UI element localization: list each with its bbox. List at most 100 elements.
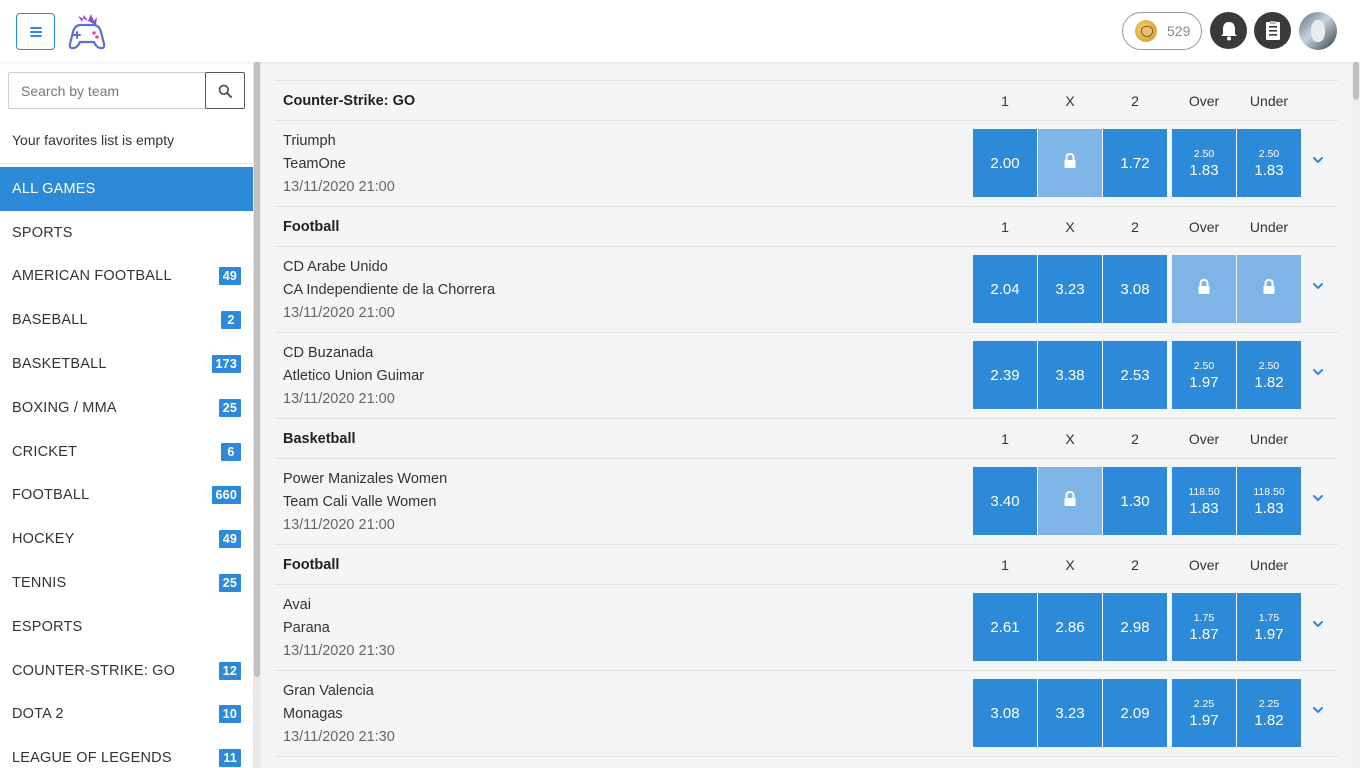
odd-price: 3.23 (1055, 280, 1085, 298)
sidebar-item[interactable]: BASEBALL 2 (0, 298, 253, 342)
odd-home-button[interactable]: 2.04 (973, 255, 1037, 323)
home-team: CD Buzanada (283, 345, 374, 361)
sidebar-item[interactable]: TENNIS 25 (0, 561, 253, 605)
away-team: CA Independiente de la Chorrera (283, 282, 496, 298)
odd-over-button[interactable]: 118.50 1.83 (1172, 467, 1236, 535)
total-line: 2.50 (1193, 147, 1215, 160)
search-button[interactable] (205, 72, 245, 109)
expand-markets-button[interactable] (1311, 703, 1325, 717)
odd-under-button[interactable]: 118.50 1.83 (1237, 467, 1301, 535)
odd-price: 2.04 (990, 280, 1020, 298)
lock-icon (1197, 278, 1211, 300)
expand-markets-button[interactable] (1311, 365, 1325, 379)
expand-markets-button[interactable] (1311, 491, 1325, 505)
market-column-label: X (1065, 219, 1075, 235)
odd-home-button[interactable]: 2.00 (973, 129, 1037, 197)
odd-price: 1.87 (1189, 625, 1219, 643)
odd-price: 3.23 (1055, 704, 1085, 722)
sidebar-item[interactable]: BOXING / MMA 25 (0, 386, 253, 430)
odd-over-button[interactable]: 2.25 1.97 (1172, 679, 1236, 747)
doge-coin-icon (1135, 20, 1157, 42)
odd-away-button[interactable]: 3.08 (1103, 255, 1167, 323)
away-team: Team Cali Valle Women (283, 494, 437, 510)
odd-draw-button (1038, 129, 1102, 197)
market-column-label: Under (1249, 557, 1289, 573)
odd-away-button[interactable]: 2.09 (1103, 679, 1167, 747)
notifications-button[interactable] (1210, 12, 1247, 49)
expand-markets-button[interactable] (1311, 279, 1325, 293)
expand-markets-button[interactable] (1311, 617, 1325, 631)
odd-price: 2.61 (990, 618, 1020, 636)
odd-away-button[interactable]: 1.30 (1103, 467, 1167, 535)
sidebar-item-label: LEAGUE OF LEGENDS (12, 750, 172, 767)
odd-price: 3.38 (1055, 366, 1085, 384)
betslip-button[interactable] (1254, 12, 1291, 49)
odd-over-button[interactable]: 2.50 1.83 (1172, 129, 1236, 197)
odd-home-button[interactable]: 2.39 (973, 341, 1037, 409)
lock-icon (1063, 152, 1077, 174)
odd-over-button[interactable]: 1.75 1.87 (1172, 593, 1236, 661)
odd-under-button[interactable]: 2.25 1.82 (1237, 679, 1301, 747)
odd-over-button[interactable]: 2.50 1.97 (1172, 341, 1236, 409)
odd-home-button[interactable]: 2.61 (973, 593, 1037, 661)
event-time: 13/11/2020 21:00 (283, 305, 395, 321)
odd-price: 2.86 (1055, 618, 1085, 636)
market-column-label: 1 (1001, 431, 1009, 447)
count-badge: 25 (218, 398, 241, 417)
menu-button[interactable] (16, 13, 55, 50)
page-scrollbar[interactable] (1352, 62, 1360, 768)
market-column-label: 2 (1131, 93, 1139, 109)
total-line: 2.50 (1258, 359, 1280, 372)
event-row: Gran Valencia Monagas 13/11/2020 21:30 3.08… (275, 671, 1338, 757)
odd-home-button[interactable]: 3.40 (973, 467, 1037, 535)
odd-price: 1.97 (1254, 625, 1284, 643)
event-row: CD Buzanada Atletico Union Guimar 13/11/20… (275, 333, 1338, 419)
user-avatar[interactable] (1299, 12, 1337, 50)
odd-price: 1.97 (1189, 711, 1219, 729)
sidebar-item[interactable]: HOCKEY 49 (0, 517, 253, 561)
sidebar-scrollbar[interactable] (253, 62, 261, 768)
sidebar-item[interactable]: DOTA 2 10 (0, 693, 253, 737)
sidebar-item[interactable]: CRICKET 6 (0, 430, 253, 474)
expand-markets-button[interactable] (1311, 153, 1325, 167)
league-header: Counter-Strike: GO 1 X 2 Over Under (275, 81, 1338, 121)
sidebar-item[interactable]: ESPORTS (0, 605, 253, 649)
odd-draw-button[interactable]: 3.38 (1038, 341, 1102, 409)
odd-draw-button[interactable]: 3.23 (1038, 255, 1102, 323)
balance-pill[interactable]: 529 (1122, 12, 1202, 50)
sidebar-item[interactable]: COUNTER-STRIKE: GO 12 (0, 649, 253, 693)
total-line: 2.25 (1193, 697, 1215, 710)
sidebar-item[interactable]: ALL GAMES (0, 167, 253, 211)
gamepad-logo[interactable] (66, 12, 108, 50)
odd-under-button[interactable]: 2.50 1.83 (1237, 129, 1301, 197)
count-badge: 49 (218, 267, 241, 286)
sidebar-item-label: BASKETBALL (12, 356, 107, 373)
sidebar-item-label: ALL GAMES (12, 180, 96, 197)
sidebar-item[interactable]: AMERICAN FOOTBALL 49 (0, 255, 253, 299)
sidebar-item[interactable]: BASKETBALL 173 (0, 342, 253, 386)
league-header: Basketball 1 X 2 Over Under (275, 419, 1338, 459)
bell-icon (1220, 21, 1237, 40)
sidebar-item[interactable]: SPORTS (0, 211, 253, 255)
odd-draw-button[interactable]: 2.86 (1038, 593, 1102, 661)
odd-price: 2.39 (990, 366, 1020, 384)
sidebar-item[interactable]: LEAGUE OF LEGENDS 11 (0, 736, 253, 768)
odd-away-button[interactable]: 1.72 (1103, 129, 1167, 197)
odd-home-button[interactable]: 3.08 (973, 679, 1037, 747)
odd-price: 2.53 (1120, 366, 1150, 384)
search-input[interactable] (8, 72, 206, 109)
odd-over-button (1172, 255, 1236, 323)
home-team: CD Arabe Unido (283, 259, 388, 275)
odd-under-button[interactable]: 1.75 1.97 (1237, 593, 1301, 661)
total-line: 118.50 (1188, 485, 1220, 498)
odd-away-button[interactable]: 2.53 (1103, 341, 1167, 409)
sidebar-item[interactable]: FOOTBALL 660 (0, 474, 253, 518)
sidebar-item-label: BASEBALL (12, 312, 88, 329)
count-badge: 2 (221, 311, 241, 330)
chevron-down-icon (1313, 706, 1323, 713)
odd-under-button[interactable]: 2.50 1.82 (1237, 341, 1301, 409)
odd-price: 1.82 (1254, 711, 1284, 729)
odd-draw-button[interactable]: 3.23 (1038, 679, 1102, 747)
odd-price: 1.82 (1254, 373, 1284, 391)
odd-away-button[interactable]: 2.98 (1103, 593, 1167, 661)
